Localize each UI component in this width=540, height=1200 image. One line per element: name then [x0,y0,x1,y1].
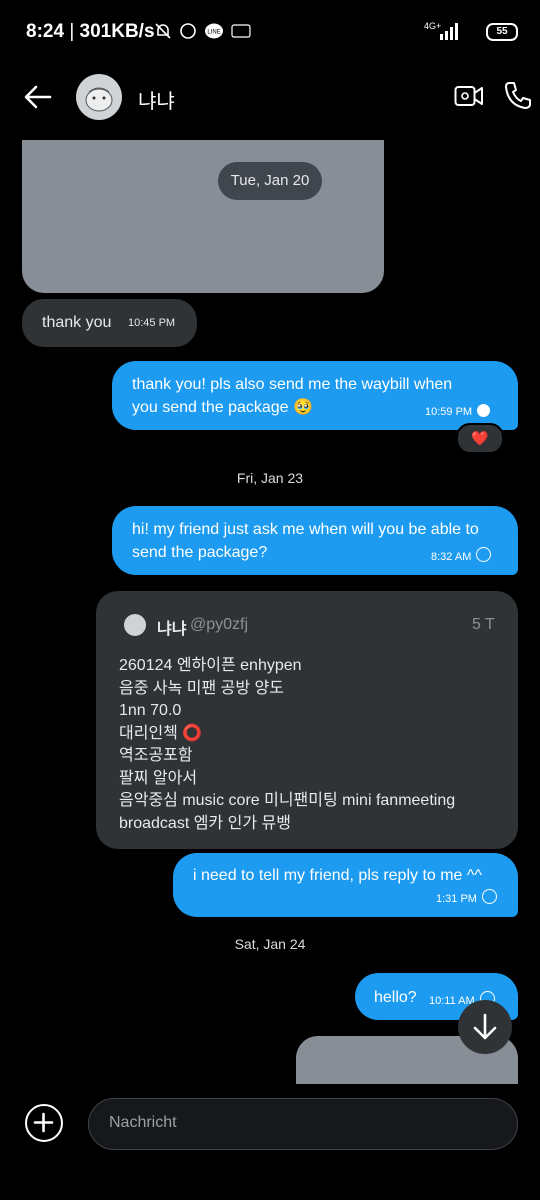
phone-icon[interactable] [503,80,533,110]
input-placeholder: Nachricht [109,1114,177,1131]
notification-app-icon [231,24,251,38]
message-input[interactable]: Nachricht [88,1098,518,1150]
message-time: 10:45 PM [128,317,176,329]
heart-reaction[interactable]: ❤️ [456,423,504,454]
message-text: i need to tell my friend, pls reply to m… [193,867,482,884]
status-bar: 8:24 | 301KB/s LINE 4G+ 55 [0,0,540,66]
signal-icon: 4G+ [424,20,462,47]
date-divider: Tue, Jan 20 [218,162,322,200]
date-divider: Fri, Jan 23 [236,470,304,486]
message-time: 8:32 AM [431,551,472,563]
message-time: 10:59 PM [425,406,473,418]
line-app-icon: LINE [205,23,223,39]
date-divider: Sat, Jan 24 [234,936,306,952]
mute-bell-icon [155,23,171,39]
arrow-left-icon[interactable] [22,81,54,113]
sent-check-icon [481,889,497,904]
quote-author: 냐냐 [157,621,187,638]
battery-level: 55 [486,23,518,41]
quote-age: 5 T [472,616,495,633]
chat-bubble-icon [180,23,196,39]
media-message[interactable] [22,140,384,293]
quote-handle: @py0zfj [190,616,249,633]
arrow-down-icon [473,1013,497,1040]
battery-icon: 55 [486,23,518,41]
status-time: 8:24 | 301KB/s [26,21,155,42]
svg-text:LINE: LINE [207,30,220,36]
clock: 8:24 [26,21,65,42]
outgoing-message[interactable]: i need to tell my friend, pls reply to m… [173,853,518,917]
svg-text:4G+: 4G+ [424,21,441,31]
avatar[interactable] [76,74,122,120]
video-call-icon[interactable] [454,82,484,110]
outgoing-message[interactable]: hi! my friend just ask me when will you … [112,506,518,575]
scroll-to-bottom-button[interactable] [458,1000,512,1054]
message-text: hello? [374,989,417,1006]
message-text: thank you! pls also send me the waybill … [132,376,453,393]
message-text: send the package? [132,544,268,561]
message-text: thank you [42,314,112,331]
quote-avatar [124,614,146,636]
contact-name[interactable]: 냐냐 [138,85,175,114]
outgoing-message[interactable]: thank you! pls also send me the waybill … [112,361,518,430]
read-check-icon [477,404,491,417]
plus-icon [33,1112,54,1133]
add-attachment-button[interactable] [25,1104,63,1142]
message-text: hi! my friend just ask me when will you … [132,521,479,538]
network-speed: 301KB/s [79,21,155,42]
quote-body: 260124 엔하이픈 enhypen 음중 사녹 미팬 공방 양도 1nn 7… [119,657,456,832]
message-text: you send the package 🥹 [132,399,313,416]
sent-check-icon [476,547,492,562]
incoming-message[interactable]: thank you 10:45 PM [22,299,197,347]
message-time: 1:31 PM [436,893,477,905]
